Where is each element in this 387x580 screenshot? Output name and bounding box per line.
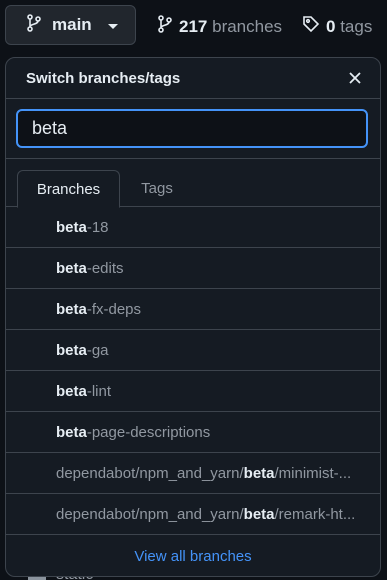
tab-branches[interactable]: Branches	[17, 170, 120, 208]
item-prefix: dependabot/npm_and_yarn/	[56, 464, 244, 482]
git-branch-icon	[157, 15, 173, 38]
item-match: beta	[243, 464, 275, 482]
list-item[interactable]: beta-edits	[6, 248, 380, 289]
branches-count: 217	[179, 16, 208, 36]
tag-icon	[302, 15, 320, 38]
item-suffix: -lint	[86, 382, 112, 400]
popup-footer: View all branches	[6, 535, 380, 576]
item-match: beta	[56, 382, 87, 400]
item-match: beta	[243, 505, 275, 523]
item-match: beta	[56, 259, 87, 277]
view-all-branches-link[interactable]: View all branches	[134, 548, 251, 565]
item-suffix: -18	[86, 218, 109, 236]
popup-title: Switch branches/tags	[26, 69, 181, 87]
search-area	[6, 99, 380, 159]
git-branch-icon	[26, 13, 42, 37]
item-suffix: -edits	[86, 259, 124, 277]
branch-selector-button[interactable]: main	[5, 5, 136, 45]
repo-page: main 217 branches 0 tags static	[0, 0, 387, 580]
list-item[interactable]: dependabot/npm_and_yarn/beta/remark-ht..…	[6, 494, 380, 535]
branches-count-link[interactable]: 217 branches	[157, 15, 282, 38]
list-item[interactable]: beta-18	[6, 207, 380, 248]
tags-label: tags	[340, 16, 373, 36]
list-item[interactable]: beta-fx-deps	[6, 289, 380, 330]
popup-header: Switch branches/tags	[6, 58, 380, 99]
item-prefix: dependabot/npm_and_yarn/	[56, 505, 244, 523]
item-suffix: -fx-deps	[86, 300, 142, 318]
item-match: beta	[56, 300, 87, 318]
list-item[interactable]: dependabot/npm_and_yarn/beta/minimist-..…	[6, 453, 380, 494]
item-match: beta	[56, 218, 87, 236]
branches-label: branches	[212, 16, 283, 36]
item-suffix: -ga	[86, 341, 109, 359]
current-branch-name: main	[52, 15, 92, 34]
branch-switcher-popup: Switch branches/tags Branches Tags beta-…	[5, 57, 381, 577]
list-item[interactable]: beta-page-descriptions	[6, 412, 380, 453]
list-item[interactable]: beta-lint	[6, 371, 380, 412]
tags-count-link[interactable]: 0 tags	[302, 15, 372, 38]
item-suffix: /remark-ht...	[274, 505, 356, 523]
caret-down-icon	[107, 23, 118, 29]
item-suffix: /minimist-...	[274, 464, 352, 482]
branch-list: beta-18 beta-edits beta-fx-deps beta-ga …	[6, 207, 380, 535]
tab-tags[interactable]: Tags	[124, 170, 190, 207]
item-match: beta	[56, 423, 87, 441]
item-match: beta	[56, 341, 87, 359]
tab-bar: Branches Tags	[6, 170, 380, 208]
item-suffix: -page-descriptions	[86, 423, 211, 441]
tags-count: 0	[326, 16, 336, 36]
list-item[interactable]: beta-ga	[6, 330, 380, 371]
close-icon[interactable]	[346, 69, 364, 87]
branch-search-input[interactable]	[16, 109, 368, 148]
